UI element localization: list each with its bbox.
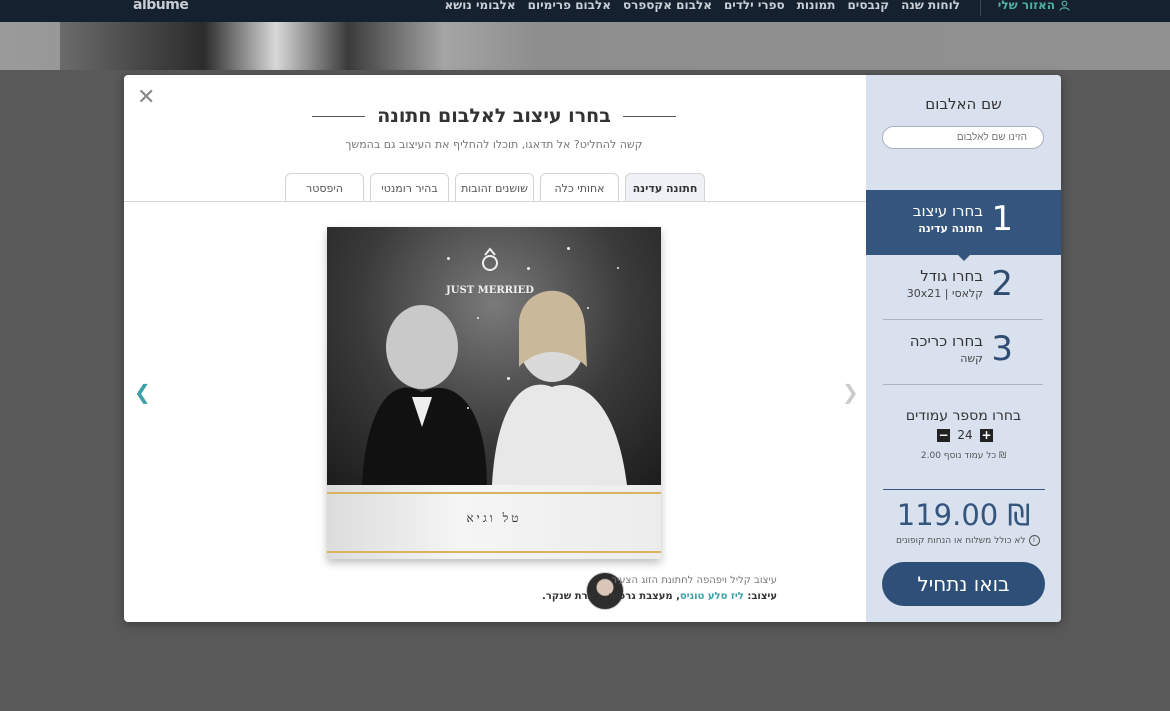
close-icon[interactable]: ✕ xyxy=(137,87,155,109)
top-navigation-bar: albume לוחות שנה קנבסים תמונות ספרי ילדי… xyxy=(0,0,1170,22)
step-value: 30x21 | קלאסי xyxy=(906,287,983,300)
confetti xyxy=(617,267,619,269)
step-number: 3 xyxy=(991,329,1013,369)
tabs-underline xyxy=(124,201,866,202)
step-choose-size[interactable]: 2 בחרו גודל 30x21 | קלאסי xyxy=(866,255,1061,320)
price-divider xyxy=(883,489,1045,490)
couple-illustration: JUST MERRIED xyxy=(362,247,627,485)
albume-logo[interactable]: albume xyxy=(133,0,189,13)
pages-stepper: − 24 + xyxy=(937,428,993,442)
minus-icon[interactable]: − xyxy=(937,428,950,442)
user-icon xyxy=(1059,0,1070,11)
album-name-input[interactable] xyxy=(882,126,1044,149)
nav-item-express-album[interactable]: אלבום אקספרס xyxy=(623,0,712,12)
tab-gentle-wedding[interactable]: חתונה עדינה xyxy=(625,173,705,202)
gold-divider xyxy=(327,551,661,553)
step-title: בחרו גודל xyxy=(920,267,983,285)
confetti xyxy=(447,257,450,260)
total-price: 119.00 ₪ xyxy=(896,498,1031,532)
step-title: בחרו כריכה xyxy=(909,332,983,350)
coupon-note: לא כולל משלוח או הנחות קופונים xyxy=(896,535,1026,546)
hero-wedding-photo xyxy=(60,22,540,70)
start-button[interactable]: בואו נתחיל xyxy=(882,562,1045,606)
gold-divider xyxy=(327,492,661,494)
modal-title-row: בחרו עיצוב לאלבום חתונה xyxy=(300,103,688,129)
chevron-left-icon[interactable]: ❮ xyxy=(134,380,151,404)
step-value: חתונה עדינה xyxy=(918,222,983,235)
nav-divider xyxy=(980,0,981,16)
tab-golden-roses[interactable]: שושנים זהובות xyxy=(455,173,534,202)
tab-romantic-light[interactable]: בהיר רומנטי xyxy=(370,173,449,202)
confetti xyxy=(567,247,570,250)
album-cover-preview: JUST MERRIED טל וגיא xyxy=(327,227,661,559)
nav-item-premium-album[interactable]: אלבום פרימיום xyxy=(528,0,611,12)
just-married-text: JUST MERRIED xyxy=(445,285,534,296)
confetti xyxy=(467,407,469,409)
tab-hipster[interactable]: היפסטר xyxy=(285,173,364,202)
main-nav: לוחות שנה קנבסים תמונות ספרי ילדים אלבום… xyxy=(444,0,960,12)
step-title: בחרו עיצוב xyxy=(912,202,983,220)
couple-names: טל וגיא xyxy=(466,511,522,525)
chevron-right-icon[interactable]: ❯ xyxy=(842,380,859,404)
step-choose-cover[interactable]: 3 בחרו כריכה קשה xyxy=(866,320,1061,385)
nav-item-themed-albums[interactable]: אלבומי נושא xyxy=(444,0,515,12)
credit-suffix: , מעצבת גרפית, בוגרת שנקר. xyxy=(542,591,680,602)
step-divider xyxy=(883,384,1043,385)
tab-my-sister-bride[interactable]: אחותי כלה xyxy=(540,173,619,202)
info-icon[interactable]: i xyxy=(1028,535,1040,546)
title-divider-left xyxy=(312,115,366,117)
pages-label: בחרו מספר עמודים xyxy=(905,408,1022,424)
nav-item-canvases[interactable]: קנבסים xyxy=(847,0,889,12)
confetti xyxy=(527,267,530,270)
nav-item-calendars[interactable]: לוחות שנה xyxy=(901,0,960,12)
designer-credit: עיצוב: ליז סלע טוניס, מעצבת גרפית, בוגרת… xyxy=(542,591,777,602)
modal-subtitle: קשה להחליט? אל תדאגו, תוכלו להחליף את הע… xyxy=(345,138,643,151)
design-picker-modal: ✕ בחרו עיצוב לאלבום חתונה קשה להחליט? אל… xyxy=(124,75,1061,622)
price-note: i לא כולל משלוח או הנחות קופונים xyxy=(896,535,1040,546)
pages-count: 24 xyxy=(957,428,973,442)
cover-photo: JUST MERRIED xyxy=(327,227,661,485)
step-choose-design[interactable]: 1 בחרו עיצוב חתונה עדינה xyxy=(866,190,1061,255)
confetti xyxy=(477,317,479,319)
my-account-link[interactable]: האזור שלי xyxy=(998,0,1070,12)
title-divider-right xyxy=(622,115,676,117)
album-name-label: שם האלבום xyxy=(925,95,1002,113)
order-sidebar: שם האלבום 1 בחרו עיצוב חתונה עדינה 2 בחר… xyxy=(866,75,1061,622)
step-number: 1 xyxy=(991,199,1013,239)
nav-item-kids-books[interactable]: ספרי ילדים xyxy=(724,0,785,12)
extra-page-price: כל עמוד נוסף 2.00 ₪ xyxy=(920,451,1007,461)
credit-prefix: עיצוב: xyxy=(743,591,777,602)
modal-title: בחרו עיצוב לאלבום חתונה xyxy=(377,105,611,127)
nav-item-photos[interactable]: תמונות xyxy=(797,0,836,12)
account-label: האזור שלי xyxy=(997,0,1055,12)
confetti xyxy=(587,307,589,309)
cover-title-band: טל וגיא xyxy=(327,485,661,559)
design-description: עיצוב קליל ויפהפה לחתונת הזוג הצעיר xyxy=(611,575,777,586)
designer-name-link[interactable]: ליז סלע טוניס xyxy=(680,591,744,602)
confetti xyxy=(507,377,510,380)
plus-icon[interactable]: + xyxy=(980,428,993,442)
step-value: קשה xyxy=(960,352,983,365)
step-number: 2 xyxy=(991,264,1013,304)
